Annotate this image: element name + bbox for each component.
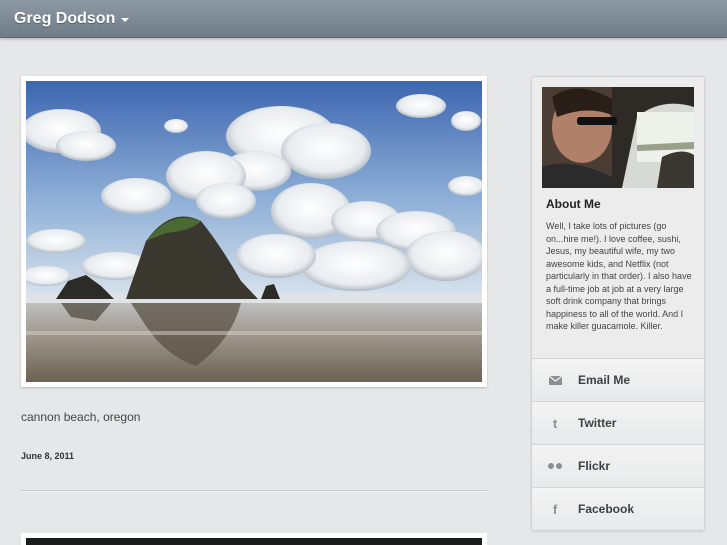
site-title-dropdown[interactable]: Greg Dodson xyxy=(14,10,130,28)
link-twitter-label: Twitter xyxy=(578,416,617,430)
flickr-icon xyxy=(532,463,578,469)
twitter-icon: t xyxy=(552,415,558,431)
top-bar: Greg Dodson xyxy=(0,0,727,38)
link-facebook-label: Facebook xyxy=(578,502,635,516)
post-divider xyxy=(21,490,487,492)
post-photo[interactable] xyxy=(21,76,487,387)
link-email-label: Email Me xyxy=(578,373,631,387)
link-facebook[interactable]: f Facebook xyxy=(532,487,704,530)
beach-photo-image xyxy=(26,81,482,382)
about-title: About Me xyxy=(546,197,601,211)
facebook-icon: f xyxy=(552,501,558,517)
caret-down-icon xyxy=(121,18,130,22)
post-caption: cannon beach, oregon xyxy=(21,410,141,424)
avatar xyxy=(542,87,694,188)
sidebar: About Me Well, I take lots of pictures (… xyxy=(531,76,705,531)
link-twitter[interactable]: t Twitter xyxy=(532,401,704,444)
about-text: Well, I take lots of pictures (go on...h… xyxy=(546,221,692,331)
social-links: Email Me t Twitter Flickr f Facebook xyxy=(532,358,704,530)
link-flickr-label: Flickr xyxy=(578,459,611,473)
next-post-photo[interactable] xyxy=(21,533,487,545)
mail-icon xyxy=(532,375,578,385)
link-email[interactable]: Email Me xyxy=(532,358,704,401)
profile-photo-image xyxy=(542,87,694,188)
post-date[interactable]: June 8, 2011 xyxy=(21,451,74,461)
link-flickr[interactable]: Flickr xyxy=(532,444,704,487)
site-title: Greg Dodson xyxy=(14,10,116,27)
